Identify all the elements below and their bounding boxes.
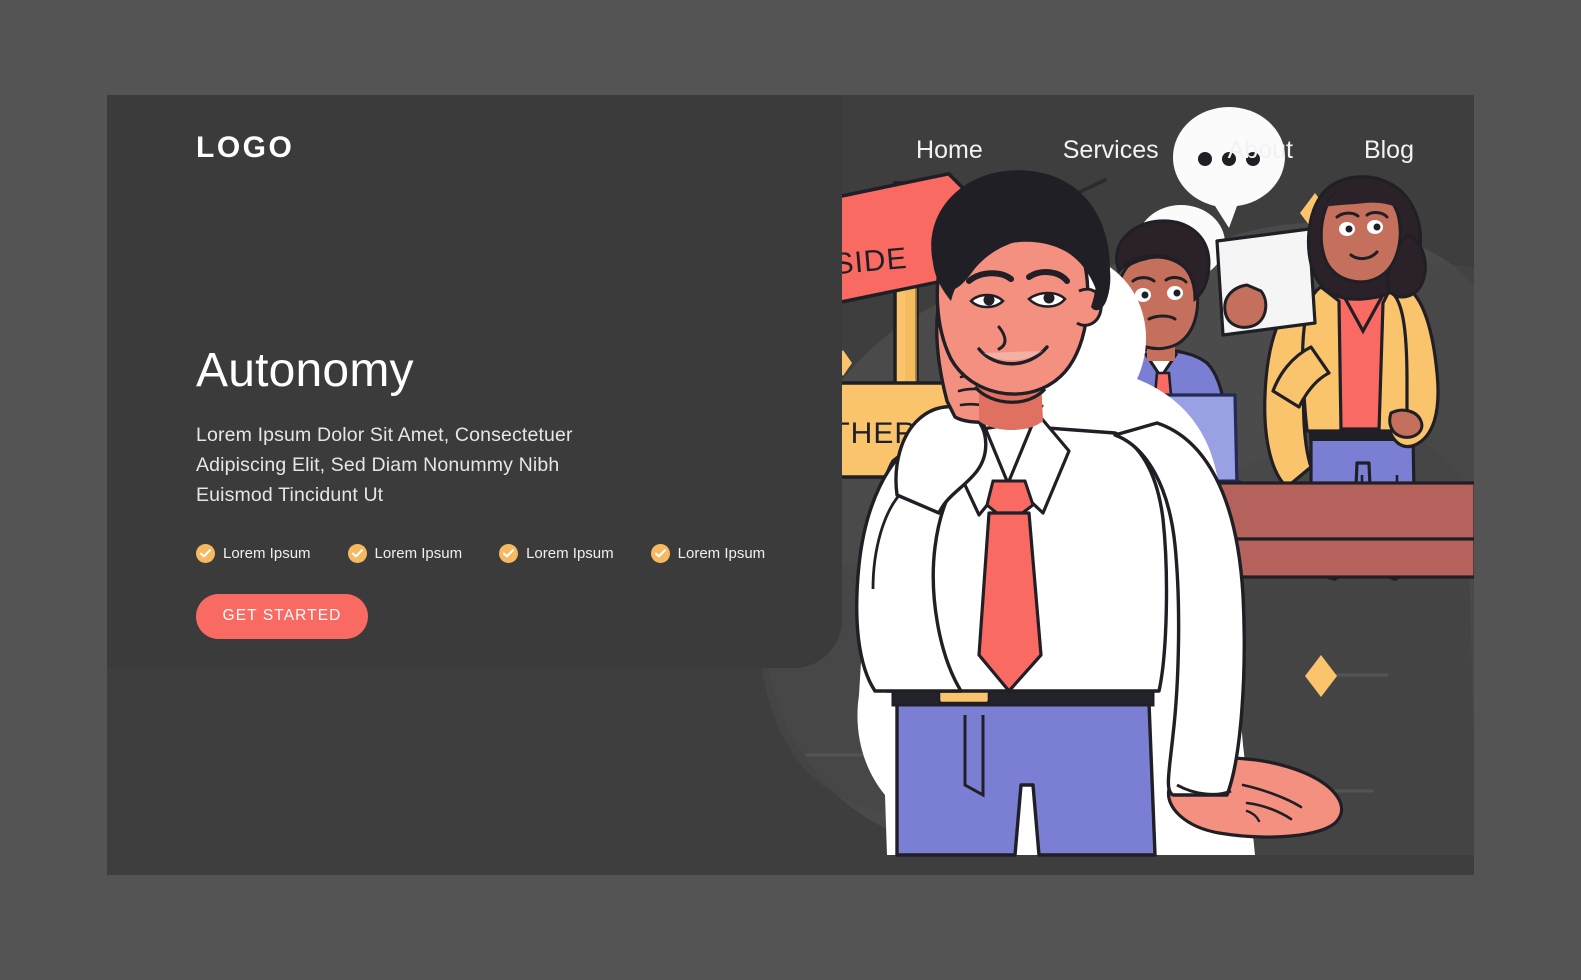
check-circle-icon	[347, 543, 367, 563]
feature-item-2: Lorem Ipsum	[347, 543, 463, 563]
feature-item-1: Lorem Ipsum	[196, 543, 311, 563]
feature-label: Lorem Ipsum	[677, 544, 766, 562]
screenshot-root: ONE SIDE OTHER SIDE	[0, 0, 1581, 980]
check-circle-icon	[196, 543, 215, 563]
feature-label: Lorem Ipsum	[526, 544, 614, 562]
main-navigation: Home Services About Blog	[916, 135, 1414, 165]
landing-page-card: ONE SIDE OTHER SIDE	[107, 95, 1474, 875]
get-started-button[interactable]: GET STARTED	[196, 593, 368, 639]
page-title: Autonomy	[196, 344, 414, 397]
nav-item-services[interactable]: Services	[1063, 135, 1159, 165]
feature-label: Lorem Ipsum	[223, 544, 311, 562]
check-circle-icon	[650, 543, 670, 563]
hero-content: Autonomy Lorem Ipsum Dolor Sit Amet, Con…	[196, 344, 765, 639]
nav-item-blog[interactable]: Blog	[1364, 135, 1414, 165]
feature-item-3: Lorem Ipsum	[499, 543, 614, 563]
hero-subtitle: Lorem Ipsum Dolor Sit Amet, Consectetuer…	[196, 423, 573, 506]
check-circle-icon	[499, 543, 519, 563]
nav-item-home[interactable]: Home	[916, 135, 983, 165]
feature-item-4: Lorem Ipsum	[650, 543, 766, 563]
feature-list: Lorem Ipsum Lorem Ipsum Lorem Ipsum Lore…	[196, 543, 765, 563]
nav-item-about[interactable]: About	[1228, 135, 1293, 165]
site-header: LOGO Home Services About Blog	[107, 95, 1474, 215]
feature-label: Lorem Ipsum	[374, 544, 463, 562]
logo[interactable]: LOGO	[196, 133, 294, 163]
